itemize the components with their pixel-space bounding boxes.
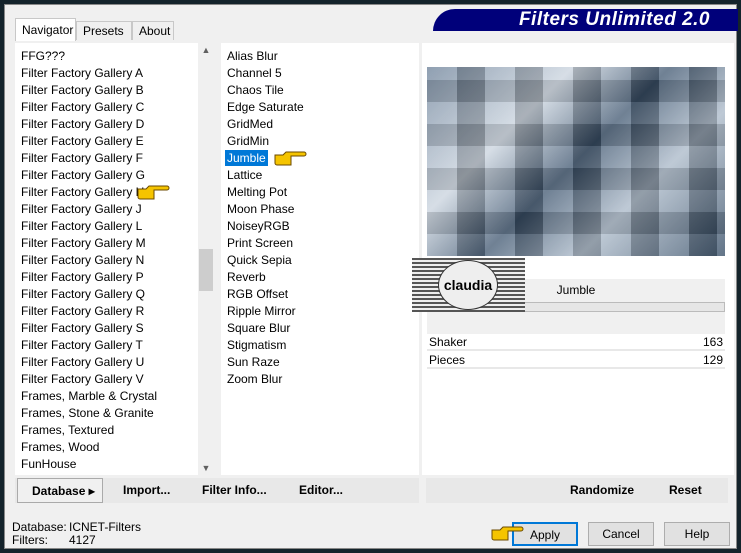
scroll-thumb[interactable] — [199, 249, 213, 291]
filter-item-label: Lattice — [227, 168, 263, 182]
category-item[interactable]: Filter Factory Gallery J — [15, 201, 198, 218]
status-info: Database: ICNET-Filters Filters: 4127 — [12, 520, 141, 547]
category-item[interactable]: Filter Factory Gallery E — [15, 133, 198, 150]
category-item[interactable]: Filter Factory Gallery L — [15, 218, 198, 235]
category-item[interactable]: Frames, Textured — [15, 422, 198, 439]
filter-item[interactable]: Print Screen — [221, 235, 419, 252]
filter-item[interactable]: Quick Sepia — [221, 252, 419, 269]
editor-button[interactable]: Editor... — [299, 478, 343, 503]
filter-item[interactable]: Moon Phase — [221, 201, 419, 218]
filter-item[interactable]: Edge Saturate — [221, 99, 419, 116]
param-pieces[interactable]: Pieces 129 — [427, 352, 725, 369]
app-title-banner: Filters Unlimited 2.0 — [433, 9, 738, 31]
filter-item-label: GridMed — [227, 117, 274, 131]
category-item[interactable]: Frames, Marble & Crystal — [15, 388, 198, 405]
tab-about[interactable]: About — [132, 21, 174, 40]
filter-item[interactable]: Square Blur — [221, 320, 419, 337]
param-value: 163 — [702, 335, 723, 349]
param-shaker[interactable]: Shaker 163 — [427, 334, 725, 351]
tab-navigator[interactable]: Navigator — [15, 18, 76, 41]
watermark-logo: claudia — [412, 258, 525, 312]
filter-item-label: Stigmatism — [227, 338, 287, 352]
filter-item[interactable]: NoiseyRGB — [221, 218, 419, 235]
filter-item-label: Chaos Tile — [227, 83, 284, 97]
filter-item[interactable]: Melting Pot — [221, 184, 419, 201]
reset-button[interactable]: Reset — [669, 478, 702, 503]
filter-info-button[interactable]: Filter Info... — [202, 478, 267, 503]
filter-item-label: Edge Saturate — [227, 100, 304, 114]
filter-item-label: RGB Offset — [227, 287, 289, 301]
filter-item-label: Reverb — [227, 270, 266, 284]
category-item[interactable]: Filter Factory Gallery N — [15, 252, 198, 269]
param-label: Pieces — [429, 353, 466, 367]
left-toolbar: Database ▸ Import... Filter Info... Edit… — [15, 478, 419, 503]
category-list[interactable]: FFG??? Filter Factory Gallery A Filter Fac… — [15, 43, 198, 475]
category-item[interactable]: Filter Factory Gallery M — [15, 235, 198, 252]
category-item[interactable]: Filter Factory Gallery T — [15, 337, 198, 354]
category-item[interactable]: Filter Factory Gallery D — [15, 116, 198, 133]
filter-item[interactable]: Jumble — [221, 150, 419, 167]
preview-image — [427, 67, 725, 256]
category-item[interactable]: Filter Factory Gallery U — [15, 354, 198, 371]
pointing-hand-icon — [274, 151, 307, 166]
category-item[interactable]: Filter Factory Gallery Q — [15, 286, 198, 303]
category-item[interactable]: Frames, Wood — [15, 439, 198, 456]
category-item[interactable]: Filter Factory Gallery R — [15, 303, 198, 320]
filter-item-label: Sun Raze — [227, 355, 280, 369]
filter-item-label: Zoom Blur — [227, 372, 283, 386]
filter-list[interactable]: Alias Blur Channel 5 Chaos Tile Edge Satura… — [221, 43, 419, 475]
filter-item-label: Print Screen — [227, 236, 294, 250]
help-button[interactable]: Help — [664, 522, 730, 546]
filters-unlimited-window: Filters Unlimited 2.0 Navigator Presets Ab… — [4, 4, 738, 549]
category-item[interactable]: Frames, Stone & Granite — [15, 405, 198, 422]
randomize-button[interactable]: Randomize — [570, 478, 634, 503]
filter-item[interactable]: Zoom Blur — [221, 371, 419, 388]
category-item[interactable]: Filter Factory Gallery V — [15, 371, 198, 388]
category-item[interactable]: Filter Factory Gallery S — [15, 320, 198, 337]
filter-item-label: Square Blur — [227, 321, 291, 335]
category-scrollbar[interactable]: ▲ ▼ — [198, 43, 214, 475]
filter-item[interactable]: Sun Raze — [221, 354, 419, 371]
filter-item-label: Ripple Mirror — [227, 304, 296, 318]
category-item[interactable]: FFG??? — [15, 48, 198, 65]
category-item[interactable]: Filter Factory Gallery H — [15, 184, 198, 201]
tab-presets[interactable]: Presets — [76, 21, 132, 40]
filter-item[interactable]: GridMed — [221, 116, 419, 133]
filter-item-label: Alias Blur — [227, 49, 278, 63]
filter-item-label: Melting Pot — [227, 185, 288, 199]
filter-item[interactable]: Chaos Tile — [221, 82, 419, 99]
filter-item[interactable]: Ripple Mirror — [221, 303, 419, 320]
filter-item[interactable]: RGB Offset — [221, 286, 419, 303]
filter-item[interactable]: GridMin — [221, 133, 419, 150]
category-item[interactable]: Filter Factory Gallery P — [15, 269, 198, 286]
scroll-up-icon[interactable]: ▲ — [198, 45, 214, 55]
filter-item[interactable]: Channel 5 — [221, 65, 419, 82]
import-button[interactable]: Import... — [123, 478, 170, 503]
pointing-hand-icon — [137, 185, 170, 200]
filter-item-label: NoiseyRGB — [227, 219, 290, 233]
param-label: Shaker — [429, 335, 468, 349]
filter-item[interactable]: Lattice — [221, 167, 419, 184]
filter-item-label: Jumble — [225, 150, 268, 166]
filter-item[interactable]: Reverb — [221, 269, 419, 286]
category-item[interactable]: Filter Factory Gallery F — [15, 150, 198, 167]
cancel-button[interactable]: Cancel — [588, 522, 654, 546]
filter-item-label: Quick Sepia — [227, 253, 292, 267]
right-toolbar: Randomize Reset — [426, 478, 728, 503]
category-item[interactable]: Filter Factory Gallery G — [15, 167, 198, 184]
filter-item-label: Channel 5 — [227, 66, 282, 80]
category-item[interactable]: FunHouse — [15, 456, 198, 473]
filter-item[interactable]: Alias Blur — [221, 48, 419, 65]
filter-item-label: GridMin — [227, 134, 270, 148]
category-item[interactable]: Filter Factory Gallery C — [15, 99, 198, 116]
filter-item[interactable]: Stigmatism — [221, 337, 419, 354]
param-value: 129 — [702, 353, 723, 367]
pointing-hand-icon — [491, 526, 524, 541]
scroll-down-icon[interactable]: ▼ — [198, 463, 214, 473]
category-item[interactable]: Filter Factory Gallery A — [15, 65, 198, 82]
category-item[interactable]: Filter Factory Gallery B — [15, 82, 198, 99]
database-button[interactable]: Database ▸ — [17, 478, 103, 503]
filter-item-label: Moon Phase — [227, 202, 295, 216]
